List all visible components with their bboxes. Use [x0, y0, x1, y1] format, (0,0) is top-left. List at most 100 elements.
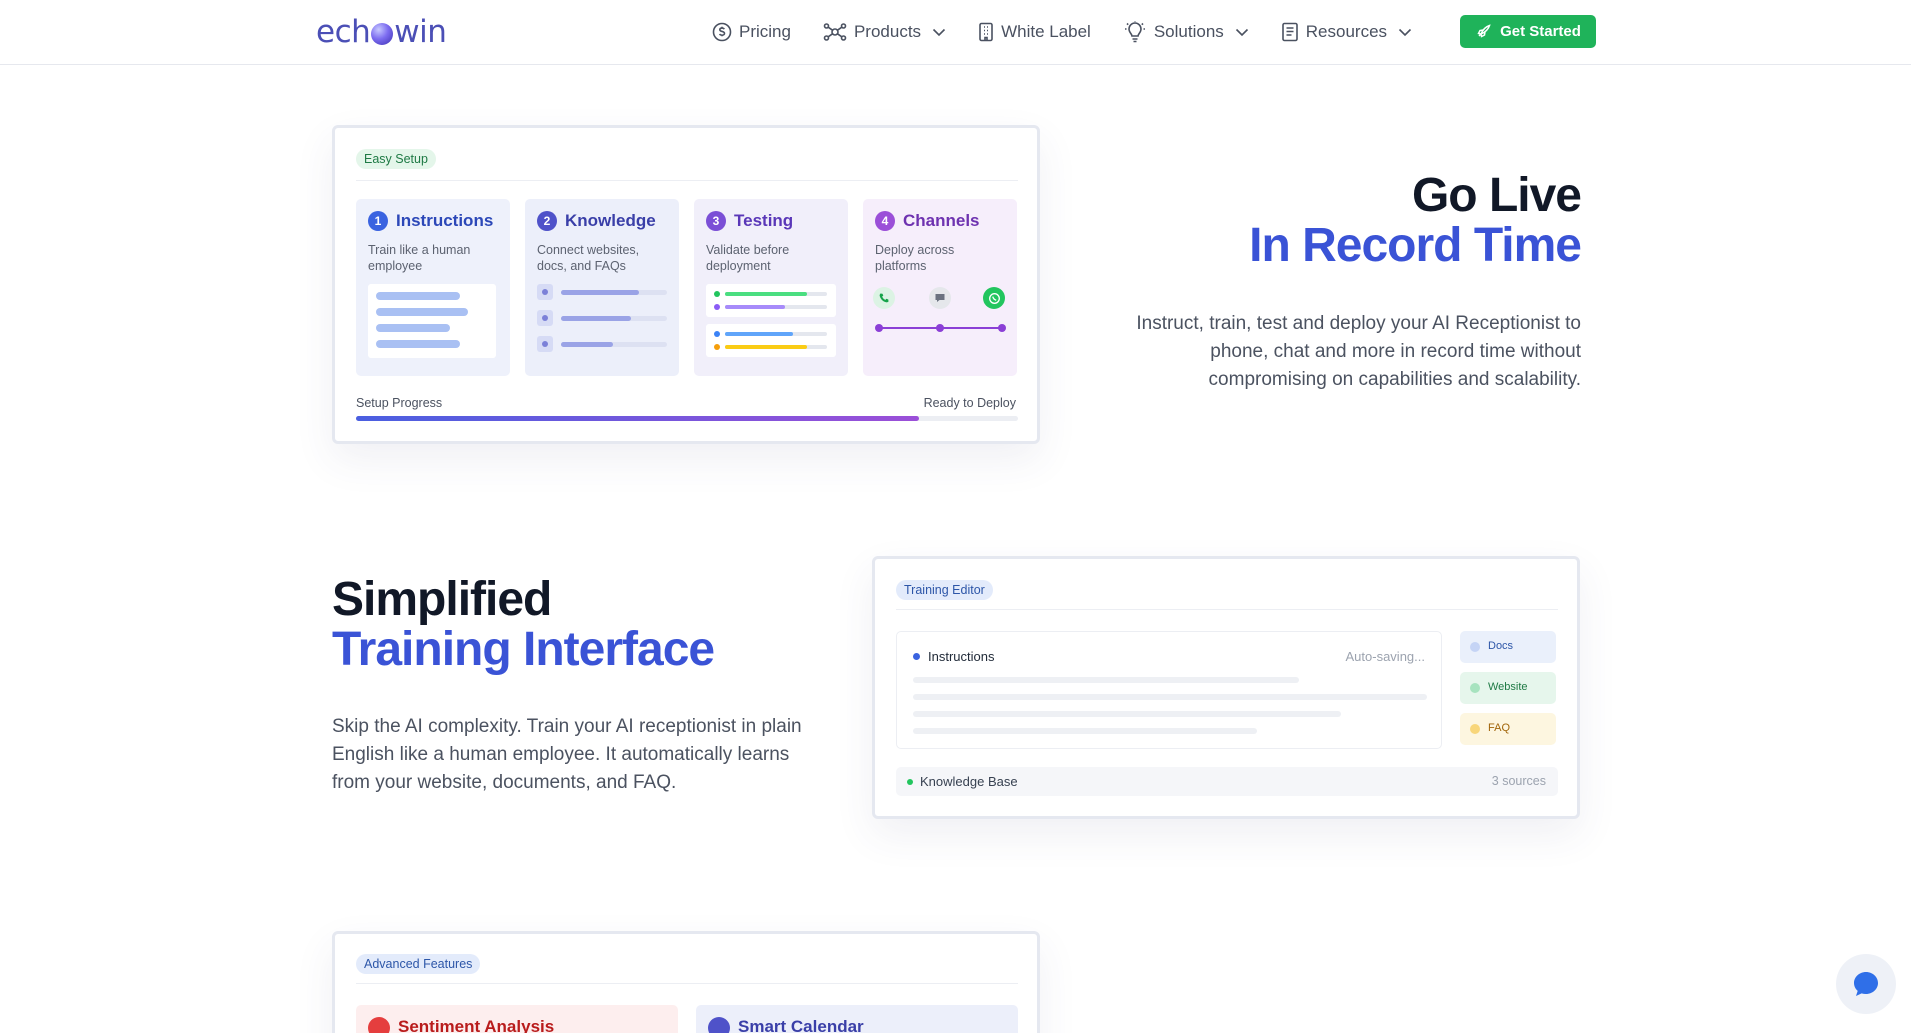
nav-item-white-label[interactable]: White Label: [978, 22, 1091, 42]
nav-label: Pricing: [739, 22, 791, 41]
chevron-down-icon: [1235, 28, 1248, 37]
cta-label: Get Started: [1500, 23, 1581, 40]
step-number: 1: [368, 211, 388, 231]
step-description: Validate before deployment: [706, 243, 790, 273]
go-live-subtitle: In Record Time: [1249, 219, 1582, 272]
chat-bubble-icon: [1854, 972, 1878, 996]
sentiment-icon: [368, 1017, 390, 1033]
progress-fill: [356, 416, 919, 421]
step-description: Train like a human employee: [368, 243, 471, 273]
text-line: [913, 728, 1257, 734]
bullet: [542, 315, 548, 321]
rocket-icon: [1477, 23, 1491, 38]
nav-item-products[interactable]: Products: [823, 22, 946, 42]
step-card-instructions: 1 Instructions Train like a human employ…: [356, 199, 510, 376]
bullet: [542, 341, 548, 347]
step-title: Channels: [903, 211, 980, 230]
preview-line: [376, 324, 450, 332]
instructions-preview: [368, 284, 496, 358]
text-line: [913, 711, 1341, 717]
nav-label: White Label: [1001, 22, 1091, 41]
step-title: Knowledge: [565, 211, 656, 230]
feature-title: Sentiment Analysis: [398, 1017, 555, 1033]
channel-node: [936, 324, 944, 332]
training-editor-card: Training Editor Instructions Auto-saving…: [872, 556, 1580, 819]
feature-sentiment-analysis: Sentiment Analysis: [356, 1005, 678, 1033]
chevron-down-icon: [932, 28, 946, 37]
test-fill: [725, 332, 793, 336]
nav-item-solutions[interactable]: Solutions: [1123, 21, 1249, 43]
knowledge-row: [537, 336, 553, 352]
card-divider: [896, 609, 1558, 610]
chat-channel-icon: [929, 287, 951, 309]
step-number: 3: [706, 211, 726, 231]
instructions-editor[interactable]: Instructions Auto-saving...: [896, 631, 1442, 749]
dot-green: [714, 291, 720, 297]
instructions-label: Instructions: [928, 649, 995, 664]
chevron-down-icon: [1398, 28, 1412, 37]
setup-card: Easy Setup 1 Instructions Train like a h…: [332, 125, 1040, 444]
test-panel: [706, 324, 836, 357]
logo[interactable]: ech win: [316, 14, 447, 50]
chat-launcher-button[interactable]: [1836, 954, 1896, 1014]
step-card-knowledge: 2 Knowledge Connect websites, docs, and …: [525, 199, 679, 376]
channel-node: [998, 324, 1006, 332]
source-label: Website: [1488, 681, 1528, 693]
calendar-icon: [708, 1017, 730, 1033]
knowledge-fill: [561, 342, 613, 347]
test-panel: [706, 284, 836, 317]
training-heading: Simplified Training Interface: [332, 573, 715, 676]
card-divider: [356, 983, 1018, 984]
phone-channel-icon: [873, 287, 895, 309]
feature-title: Smart Calendar: [738, 1017, 864, 1033]
dot-blue: [714, 331, 720, 337]
preview-line: [376, 340, 460, 348]
training-editor-badge: Training Editor: [896, 580, 993, 600]
test-fill: [725, 305, 785, 309]
test-fill: [725, 345, 807, 349]
logo-text-right: win: [394, 14, 447, 50]
source-docs[interactable]: Docs: [1460, 631, 1556, 663]
book-icon: [1281, 22, 1298, 42]
bullet: [542, 289, 548, 295]
nav-label: Products: [853, 22, 922, 41]
knowledge-row: [537, 284, 553, 300]
preview-line: [376, 292, 460, 300]
step-title: Testing: [734, 211, 794, 230]
card-divider: [356, 180, 1018, 181]
knowledge-base-label: Knowledge Base: [920, 774, 1018, 789]
nav-item-pricing[interactable]: Pricing: [712, 22, 791, 42]
preview-line: [376, 308, 468, 316]
source-website[interactable]: Website: [1460, 672, 1556, 704]
step-title: Instructions: [396, 211, 494, 230]
go-live-title: Go Live: [1411, 169, 1582, 222]
feature-smart-calendar: Smart Calendar: [696, 1005, 1018, 1033]
step-number: 4: [875, 211, 895, 231]
step-description: Deploy across platforms: [875, 243, 955, 273]
progress-status: Ready to Deploy: [923, 396, 1016, 410]
easy-setup-badge: Easy Setup: [356, 149, 436, 169]
dot-orange: [714, 344, 720, 350]
get-started-button[interactable]: Get Started: [1460, 15, 1596, 48]
go-live-description: Instruct, train, test and deploy your AI…: [1136, 313, 1581, 390]
channel-node: [875, 324, 883, 332]
text-line: [913, 694, 1427, 700]
status-dot: [907, 779, 913, 785]
dot-purple: [714, 304, 720, 310]
advanced-features-card: Advanced Features Sentiment Analysis Sma…: [332, 931, 1040, 1033]
knowledge-base-row: Knowledge Base 3 sources: [896, 767, 1558, 796]
training-title: Simplified: [332, 573, 552, 626]
status-dot: [913, 653, 920, 660]
source-faq[interactable]: FAQ: [1460, 713, 1556, 745]
knowledge-fill: [561, 316, 631, 321]
step-card-channels: 4 Channels Deploy across platforms: [863, 199, 1017, 376]
lightbulb-icon: [1124, 21, 1145, 43]
advanced-features-badge: Advanced Features: [356, 954, 481, 974]
knowledge-base-count: 3 sources: [1491, 774, 1546, 788]
top-nav: ech win Pricing Products White Label Solu…: [0, 0, 1911, 65]
nav-label: Solutions: [1153, 22, 1224, 41]
whatsapp-channel-icon: [983, 287, 1005, 309]
nav-item-resources[interactable]: Resources: [1281, 22, 1412, 42]
training-subtitle: Training Interface: [332, 623, 715, 676]
network-icon: [823, 23, 847, 41]
